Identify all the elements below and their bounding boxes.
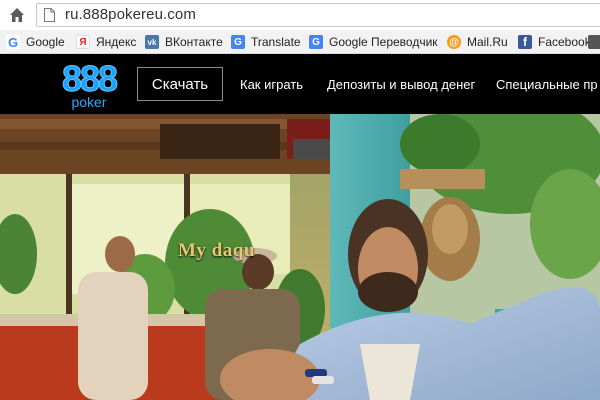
translate-icon: G <box>309 35 323 49</box>
vk-icon: vk <box>145 35 159 49</box>
bookmark-google-translator[interactable]: G Google Переводчик <box>309 33 438 51</box>
bookmark-translate[interactable]: G Translate <box>231 33 301 51</box>
bookmark-mailru[interactable]: @ Mail.Ru <box>447 33 508 51</box>
google-icon: G <box>6 34 20 50</box>
bookmark-label: Google Переводчик <box>329 35 438 49</box>
nav-deposits-withdrawals[interactable]: Депозиты и вывод денег <box>327 77 475 92</box>
hero-banner[interactable]: My daqu <box>0 114 600 400</box>
bookmark-yandex[interactable]: Я Яндекс <box>76 33 136 51</box>
download-button[interactable]: Скачать <box>137 67 223 101</box>
bookmark-facebook[interactable]: f Facebook <box>518 33 591 51</box>
url-field[interactable]: ru.888pokereu.com <box>36 3 600 27</box>
translate-icon: G <box>231 35 245 49</box>
mailru-icon: @ <box>447 35 461 49</box>
bookmarks-bar: G Google Я Яндекс vk ВКонтакте G Transla… <box>0 30 600 54</box>
bookmark-overflow[interactable] <box>588 33 600 51</box>
bookmark-vkontakte[interactable]: vk ВКонтакте <box>145 33 223 51</box>
page-icon <box>44 8 55 22</box>
home-icon[interactable] <box>8 6 26 24</box>
yandex-icon: Я <box>76 35 90 49</box>
site-header: 888 poker Скачать Как играть Депозиты и … <box>0 54 600 114</box>
bookmark-google[interactable]: G Google <box>6 33 65 51</box>
logo-word: poker <box>71 94 107 110</box>
888poker-logo[interactable]: 888 poker <box>58 58 120 111</box>
nav-special-offers[interactable]: Специальные пр <box>496 77 598 92</box>
nav-how-to-play[interactable]: Как играть <box>240 77 303 92</box>
bookmark-icon <box>588 35 600 49</box>
address-bar-row: ru.888pokereu.com <box>0 0 600 30</box>
bookmark-label: ВКонтакте <box>165 35 223 49</box>
url-text: ru.888pokereu.com <box>65 6 196 23</box>
bookmark-label: Яндекс <box>96 35 137 49</box>
bookmark-label: Facebook <box>538 35 591 49</box>
facebook-icon: f <box>518 35 532 49</box>
hero-sign-text: My daqu <box>178 240 255 261</box>
bookmark-label: Mail.Ru <box>467 35 508 49</box>
bookmark-label: Translate <box>251 35 301 49</box>
bookmark-label: Google <box>26 35 65 49</box>
hero-photo <box>0 114 600 400</box>
